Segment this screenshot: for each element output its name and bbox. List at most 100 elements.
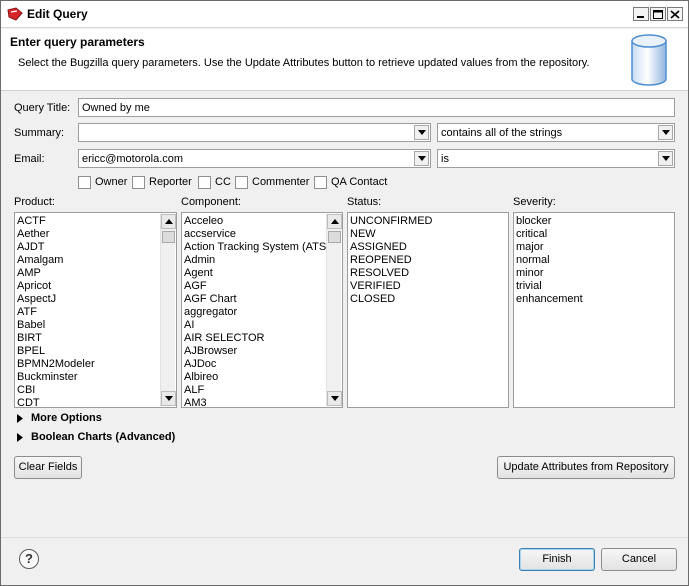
cancel-button[interactable]: Cancel <box>601 548 677 571</box>
close-button[interactable] <box>667 7 683 21</box>
list-item[interactable]: Amalgam <box>17 254 95 267</box>
scroll-thumb[interactable] <box>162 231 175 243</box>
maximize-button[interactable] <box>650 7 666 21</box>
email-value: ericc@motorola.com <box>82 153 184 165</box>
boolean-charts-section[interactable]: Boolean Charts (Advanced) <box>17 431 197 445</box>
list-item[interactable]: aggregator <box>184 306 330 319</box>
list-item[interactable]: REOPENED <box>350 254 433 267</box>
summary-operator-combo[interactable]: contains all of the strings <box>437 123 675 142</box>
checkbox-box[interactable] <box>235 176 248 189</box>
list-item[interactable]: ASSIGNED <box>350 241 433 254</box>
qa-contact-checkbox[interactable]: QA Contact <box>314 176 394 190</box>
email-operator-value: is <box>441 153 449 165</box>
list-item[interactable]: AspectJ <box>17 293 95 306</box>
list-item[interactable]: AIR SELECTOR <box>184 332 330 345</box>
list-item[interactable]: Acceleo <box>184 215 330 228</box>
list-item[interactable]: VERIFIED <box>350 280 433 293</box>
scroll-down-button[interactable] <box>161 391 176 406</box>
bugzilla-icon <box>7 7 23 21</box>
checkbox-box[interactable] <box>132 176 145 189</box>
scroll-up-button[interactable] <box>327 214 342 229</box>
list-item[interactable]: AI <box>184 319 330 332</box>
list-item[interactable]: AM3 <box>184 397 330 407</box>
minimize-button[interactable] <box>633 7 649 21</box>
list-item[interactable]: CLOSED <box>350 293 433 306</box>
checkbox-box[interactable] <box>78 176 91 189</box>
status-list[interactable]: UNCONFIRMED NEW ASSIGNED REOPENED RESOLV… <box>347 212 509 408</box>
list-item[interactable]: Admin <box>184 254 330 267</box>
email-operator-combo[interactable]: is <box>437 149 675 168</box>
database-icon <box>631 34 667 86</box>
list-item[interactable]: trivial <box>516 280 583 293</box>
query-title-input[interactable]: Owned by me <box>78 98 675 117</box>
email-dropdown-arrow[interactable] <box>414 151 429 166</box>
summary-operator-dropdown-arrow[interactable] <box>658 125 673 140</box>
list-item[interactable]: AJDoc <box>184 358 330 371</box>
summary-operator-value: contains all of the strings <box>441 127 563 139</box>
list-item[interactable]: blocker <box>516 215 583 228</box>
list-item[interactable]: minor <box>516 267 583 280</box>
summary-dropdown-arrow[interactable] <box>414 125 429 140</box>
checkbox-box[interactable] <box>314 176 327 189</box>
list-item[interactable]: CBI <box>17 384 95 397</box>
window-title: Edit Query <box>27 7 88 21</box>
list-item[interactable]: BPMN2Modeler <box>17 358 95 371</box>
list-item[interactable]: normal <box>516 254 583 267</box>
chevron-up-icon <box>165 219 173 224</box>
commenter-checkbox-label: Commenter <box>252 176 310 188</box>
more-options-section[interactable]: More Options <box>17 412 137 426</box>
update-attributes-button[interactable]: Update Attributes from Repository <box>497 456 675 479</box>
scroll-thumb[interactable] <box>328 231 341 243</box>
list-item[interactable]: ACTF <box>17 215 95 228</box>
list-item[interactable]: AGF <box>184 280 330 293</box>
list-item[interactable]: Action Tracking System (ATS) <box>184 241 330 254</box>
chevron-down-icon <box>662 130 670 135</box>
summary-label: Summary: <box>14 127 65 139</box>
list-item[interactable]: Albireo <box>184 371 330 384</box>
list-item[interactable]: Aether <box>17 228 95 241</box>
list-item[interactable]: ATF <box>17 306 95 319</box>
boolean-charts-label: Boolean Charts (Advanced) <box>31 431 176 443</box>
email-operator-dropdown-arrow[interactable] <box>658 151 673 166</box>
clear-fields-button[interactable]: Clear Fields <box>14 456 82 479</box>
list-item[interactable]: Babel <box>17 319 95 332</box>
product-list[interactable]: ACTF Aether AJDT Amalgam AMP Apricot Asp… <box>14 212 177 408</box>
severity-label: Severity: <box>513 196 556 208</box>
finish-button[interactable]: Finish <box>519 548 595 571</box>
scroll-down-button[interactable] <box>327 391 342 406</box>
component-list[interactable]: Acceleo accservice Action Tracking Syste… <box>181 212 343 408</box>
list-item[interactable]: CDT <box>17 397 95 407</box>
list-item[interactable]: AGF Chart <box>184 293 330 306</box>
list-item[interactable]: Apricot <box>17 280 95 293</box>
list-item[interactable]: BIRT <box>17 332 95 345</box>
cc-checkbox[interactable]: CC <box>198 176 238 190</box>
list-item[interactable]: AJBrowser <box>184 345 330 358</box>
checkbox-box[interactable] <box>198 176 211 189</box>
list-item[interactable]: accservice <box>184 228 330 241</box>
list-item[interactable]: AJDT <box>17 241 95 254</box>
commenter-checkbox[interactable]: Commenter <box>235 176 315 190</box>
component-scrollbar[interactable] <box>326 214 342 406</box>
owner-checkbox-label: Owner <box>95 176 128 188</box>
list-item[interactable]: Agent <box>184 267 330 280</box>
email-combo[interactable]: ericc@motorola.com <box>78 149 431 168</box>
list-item[interactable]: major <box>516 241 583 254</box>
severity-list[interactable]: blocker critical major normal minor triv… <box>513 212 675 408</box>
list-item[interactable]: NEW <box>350 228 433 241</box>
scroll-up-button[interactable] <box>161 214 176 229</box>
list-item[interactable]: ALF <box>184 384 330 397</box>
reporter-checkbox[interactable]: Reporter <box>132 176 202 190</box>
product-scrollbar[interactable] <box>160 214 176 406</box>
list-item[interactable]: AMP <box>17 267 95 280</box>
query-title-label: Query Title: <box>14 102 71 114</box>
chevron-down-icon <box>331 396 339 401</box>
list-item[interactable]: RESOLVED <box>350 267 433 280</box>
list-item[interactable]: UNCONFIRMED <box>350 215 433 228</box>
owner-checkbox[interactable]: Owner <box>78 176 138 190</box>
list-item[interactable]: BPEL <box>17 345 95 358</box>
help-icon[interactable]: ? <box>19 549 39 569</box>
list-item[interactable]: critical <box>516 228 583 241</box>
summary-combo[interactable] <box>78 123 431 142</box>
list-item[interactable]: enhancement <box>516 293 583 306</box>
list-item[interactable]: Buckminster <box>17 371 95 384</box>
